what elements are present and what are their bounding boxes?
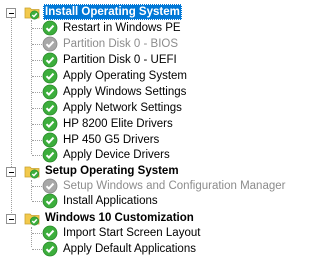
step-apply-operating-system[interactable]: Apply Operating System: [42, 68, 189, 84]
step-apply-network-settings[interactable]: Apply Network Settings: [42, 100, 184, 116]
step-label: Apply Network Settings: [63, 102, 182, 114]
step-partition-disk-0-bios[interactable]: Partition Disk 0 - BIOS: [42, 36, 180, 52]
green-check-icon: [42, 225, 58, 241]
group-install-operating-system[interactable]: Install Operating System: [24, 4, 182, 20]
step-hp-8200-elite-drivers[interactable]: HP 8200 Elite Drivers: [42, 116, 175, 132]
step-hp-450-g5-drivers[interactable]: HP 450 G5 Drivers: [42, 132, 161, 148]
tree-branch: [32, 60, 42, 61]
step-import-start-screen-layout[interactable]: Import Start Screen Layout: [42, 225, 202, 241]
tree-guide-root: [11, 14, 12, 219]
step-label: Apply Operating System: [63, 70, 188, 82]
green-check-icon: [42, 20, 58, 36]
tree-branch: [32, 155, 42, 156]
green-check-icon: [42, 84, 58, 100]
step-label: Restart in Windows PE: [63, 22, 181, 34]
expander-install-operating-system[interactable]: [6, 8, 16, 18]
expander-windows-10-customization[interactable]: [6, 214, 16, 224]
tree-branch: [32, 76, 42, 77]
green-check-icon: [42, 147, 58, 163]
tree-branch: [32, 28, 42, 29]
tree-branch: [32, 44, 42, 45]
group-windows-10-customization[interactable]: Windows 10 Customization: [24, 210, 196, 226]
step-label: Apply Windows Settings: [63, 86, 187, 98]
step-label: HP 450 G5 Drivers: [63, 134, 160, 146]
step-label: Apply Default Applications: [63, 243, 196, 255]
tree-branch: [32, 233, 42, 234]
green-check-icon: [42, 100, 58, 116]
step-label: Import Start Screen Layout: [63, 227, 201, 239]
step-label: Setup Windows and Configuration Manager: [63, 180, 286, 192]
tree-guide-group-1: [31, 20, 32, 154]
tree-branch: [32, 201, 42, 202]
group-setup-operating-system[interactable]: Setup Operating System: [24, 163, 181, 179]
green-check-icon: [42, 193, 58, 209]
folder-check-icon: [24, 4, 40, 20]
tree-branch: [32, 140, 42, 141]
step-label: Apply Device Drivers: [63, 149, 170, 161]
step-restart-in-windows-pe[interactable]: Restart in Windows PE: [42, 20, 183, 36]
step-label: Install Applications: [63, 195, 158, 207]
group-label: Setup Operating System: [45, 165, 179, 177]
tree-guide-group-2: [31, 180, 32, 200]
step-label: Partition Disk 0 - UEFI: [63, 54, 177, 66]
tree-branch: [32, 124, 42, 125]
green-check-icon: [42, 68, 58, 84]
group-label: Install Operating System: [43, 4, 182, 20]
green-check-icon: [42, 132, 58, 148]
gray-check-icon: [42, 178, 58, 194]
folder-check-icon: [24, 210, 40, 226]
step-apply-windows-settings[interactable]: Apply Windows Settings: [42, 84, 188, 100]
group-label: Windows 10 Customization: [45, 212, 194, 224]
step-setup-windows-and-configuration-manager[interactable]: Setup Windows and Configuration Manager: [42, 178, 287, 194]
folder-check-icon: [24, 163, 40, 179]
tree-branch: [32, 249, 42, 250]
expander-setup-operating-system[interactable]: [6, 167, 16, 177]
step-install-applications[interactable]: Install Applications: [42, 193, 160, 209]
green-check-icon: [42, 52, 58, 68]
tree-branch: [32, 108, 42, 109]
green-check-icon: [42, 241, 58, 257]
step-apply-default-applications[interactable]: Apply Default Applications: [42, 241, 198, 257]
tree-branch: [32, 186, 42, 187]
step-label: HP 8200 Elite Drivers: [63, 118, 173, 130]
step-apply-device-drivers[interactable]: Apply Device Drivers: [42, 147, 172, 163]
gray-check-icon: [42, 36, 58, 52]
step-label: Partition Disk 0 - BIOS: [63, 38, 179, 50]
step-partition-disk-0-uefi[interactable]: Partition Disk 0 - UEFI: [42, 52, 179, 68]
task-sequence-tree[interactable]: Install Operating System Restart in Wind…: [0, 0, 302, 272]
green-check-icon: [42, 116, 58, 132]
tree-branch: [32, 92, 42, 93]
tree-guide-group-3: [31, 227, 32, 247]
